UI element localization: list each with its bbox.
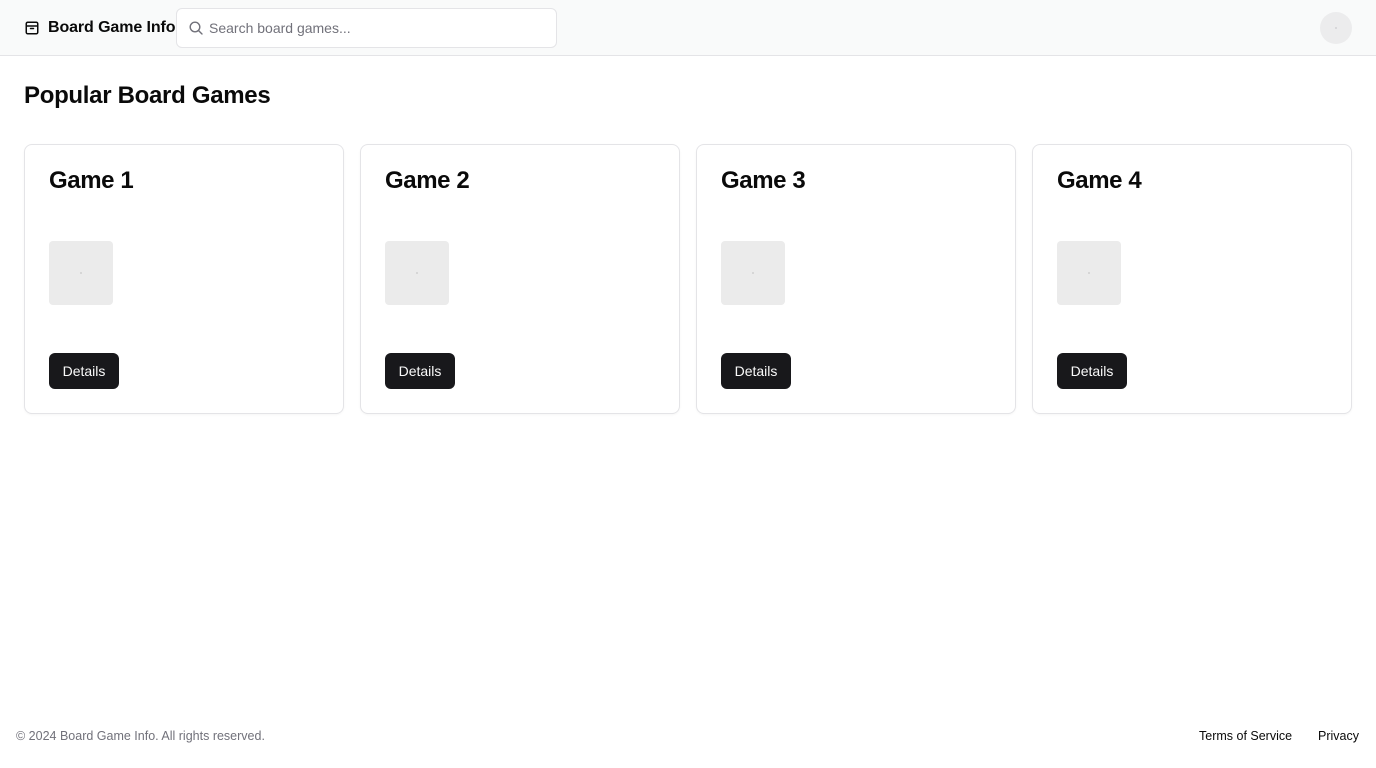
brand[interactable]: Board Game Info xyxy=(24,16,176,40)
game-thumbnail xyxy=(385,241,449,305)
details-button[interactable]: Details xyxy=(721,353,791,389)
top-header: Board Game Info xyxy=(0,0,1376,56)
game-card: Game 1 Details xyxy=(24,144,344,414)
page-title: Popular Board Games xyxy=(24,82,271,109)
user-avatar[interactable] xyxy=(1320,12,1352,44)
game-card: Game 4 Details xyxy=(1032,144,1352,414)
footer-copyright: © 2024 Board Game Info. All rights reser… xyxy=(16,729,265,743)
terms-of-service-link[interactable]: Terms of Service xyxy=(1199,727,1292,745)
details-button[interactable]: Details xyxy=(49,353,119,389)
game-thumbnail xyxy=(1057,241,1121,305)
search-icon xyxy=(188,20,204,36)
details-button[interactable]: Details xyxy=(385,353,455,389)
search-box[interactable] xyxy=(176,8,557,48)
details-button[interactable]: Details xyxy=(1057,353,1127,389)
game-card: Game 3 Details xyxy=(696,144,1016,414)
privacy-link[interactable]: Privacy xyxy=(1318,727,1359,745)
package-icon xyxy=(24,20,40,36)
game-thumbnail xyxy=(721,241,785,305)
game-title: Game 3 xyxy=(721,167,806,194)
game-title: Game 2 xyxy=(385,167,470,194)
game-thumbnail xyxy=(49,241,113,305)
game-card: Game 2 Details xyxy=(360,144,680,414)
game-title: Game 4 xyxy=(1057,167,1142,194)
game-title: Game 1 xyxy=(49,167,134,194)
brand-name: Board Game Info xyxy=(48,19,176,36)
search-input[interactable] xyxy=(209,9,549,47)
